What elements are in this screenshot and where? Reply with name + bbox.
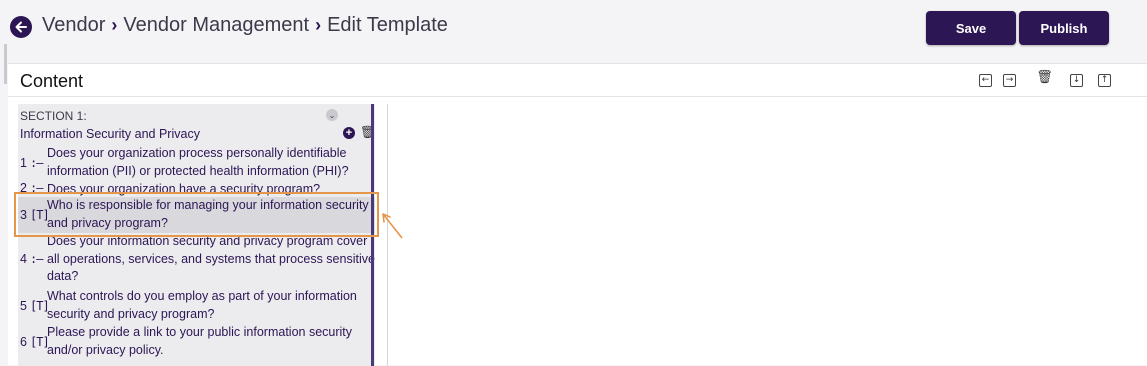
text-field-icon: [T] <box>30 335 50 349</box>
indent-right-icon[interactable]: → <box>1003 74 1016 87</box>
question-text: Please provide a link to your public inf… <box>47 325 353 357</box>
save-button[interactable]: Save <box>926 11 1016 45</box>
question-item[interactable]: 5 [T] What controls do you employ as par… <box>18 288 375 324</box>
add-question-icon[interactable]: + <box>343 127 355 139</box>
section-label: SECTION 1: <box>20 109 87 123</box>
question-text: Does your information security and priva… <box>47 234 375 283</box>
indent-left-icon[interactable]: ← <box>979 74 992 87</box>
publish-button[interactable]: Publish <box>1019 11 1109 45</box>
content-header: Content ← → 🗑 ↓ ↑ <box>8 64 1147 97</box>
question-number: 4 <box>20 252 27 266</box>
question-number: 1 <box>20 156 27 170</box>
left-divider <box>4 44 7 84</box>
question-number: 6 <box>20 335 27 349</box>
back-arrow-icon[interactable] <box>10 16 32 38</box>
breadcrumb-item-edit-template: Edit Template <box>327 14 448 36</box>
top-bar: Vendor › Vendor Management › Edit Templa… <box>0 0 1147 56</box>
breadcrumb-item-vendor-management[interactable]: Vendor Management <box>123 14 309 37</box>
chevron-down-icon[interactable]: ⌄ <box>326 109 338 121</box>
trash-icon[interactable]: 🗑 <box>1036 71 1053 84</box>
breadcrumb-item-vendor[interactable]: Vendor <box>42 14 105 37</box>
breadcrumb: Vendor › Vendor Management › Edit Templa… <box>42 14 448 37</box>
question-text: What controls do you employ as part of y… <box>47 289 357 321</box>
section-title[interactable]: Information Security and Privacy <box>20 127 200 141</box>
question-item[interactable]: 1 :— Does your organization process pers… <box>18 145 375 181</box>
question-number: 5 <box>20 299 27 313</box>
question-text: Does your organization process personall… <box>47 146 349 178</box>
list-icon: :— <box>30 252 43 266</box>
list-icon: :— <box>30 156 43 170</box>
text-field-icon: [T] <box>30 299 50 313</box>
question-item[interactable]: 6 [T] Please provide a link to your publ… <box>18 324 375 360</box>
pointer-arrow-icon <box>382 213 403 239</box>
content-title: Content <box>20 71 84 91</box>
selection-highlight <box>14 192 379 237</box>
question-item[interactable]: 4 :— Does your information security and … <box>18 233 375 285</box>
move-down-icon[interactable]: ↓ <box>1070 74 1083 87</box>
move-up-icon[interactable]: ↑ <box>1098 74 1111 87</box>
breadcrumb-separator: › <box>315 15 322 35</box>
breadcrumb-separator: › <box>111 15 118 35</box>
